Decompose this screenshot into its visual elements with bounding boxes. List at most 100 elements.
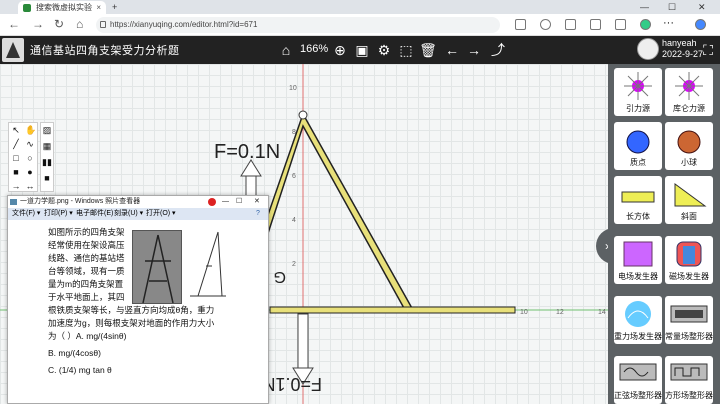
image-tool-icon[interactable]: ▨ xyxy=(42,125,52,135)
force-label-bottom: F=0.1N xyxy=(262,374,322,394)
sine-shaper-item[interactable]: 正弦场整形器 xyxy=(614,356,662,404)
gravity-field-icon xyxy=(625,301,651,327)
refresh-icon[interactable]: ↻ xyxy=(54,17,64,31)
palette-label: 电场发生器 xyxy=(618,272,658,281)
close-tab-icon[interactable]: × xyxy=(96,1,101,14)
palette-label: 引力源 xyxy=(626,104,650,113)
more-icon[interactable]: ··· xyxy=(663,18,674,30)
menu-print[interactable]: 打印(P) ▾ xyxy=(44,208,73,220)
double-arrow-tool-icon[interactable]: ↔ xyxy=(25,181,35,191)
home-button[interactable]: ⌂ xyxy=(276,40,296,60)
home-icon[interactable]: ⌂ xyxy=(76,17,83,31)
back-icon[interactable]: ← xyxy=(8,17,20,31)
menu-email[interactable]: 电子邮件(E) xyxy=(76,208,113,220)
filled-rect-tool-icon[interactable]: ■ xyxy=(11,167,21,177)
browser-tab-bar: 搜索微虚拟实验 × + — ☐ ✕ xyxy=(0,0,720,14)
pause-tool-icon[interactable]: ▮▮ xyxy=(42,157,52,167)
undo-button[interactable]: ← xyxy=(442,40,462,60)
filled-ellipse-tool-icon[interactable]: ● xyxy=(25,167,35,177)
avatar[interactable] xyxy=(637,38,659,60)
fill-tool-icon[interactable]: ■ xyxy=(42,173,52,183)
settings-button[interactable]: ⚙ xyxy=(374,40,394,60)
favorite-icon[interactable] xyxy=(540,19,551,30)
magnetic-field-item[interactable]: 磁场发生器 xyxy=(665,236,713,284)
maximize-button[interactable]: ☐ xyxy=(668,0,676,14)
problem-line: 量为m的四角支架置 xyxy=(48,279,124,289)
y-tick-2: 2 xyxy=(292,261,296,268)
x-tick-12: 12 xyxy=(556,309,564,316)
palette-label: 正弦场整形器 xyxy=(614,391,662,400)
palette-label: 小球 xyxy=(681,158,697,167)
save-button[interactable]: ▣ xyxy=(352,40,372,60)
gravity-field-item[interactable]: 重力场发生器 xyxy=(614,296,662,344)
line-tool-icon[interactable]: ╱ xyxy=(11,139,21,149)
incline-icon xyxy=(674,183,707,207)
cuboid-item[interactable]: 长方体 xyxy=(614,176,662,224)
viewer-title-bar: 一道力学题.png - Windows 照片查看器 — ☐ ✕ xyxy=(8,196,268,208)
reader-icon[interactable] xyxy=(515,19,526,30)
gravity-source-item[interactable]: 引力源 xyxy=(614,68,662,116)
viewer-title: 一道力学题.png - Windows 照片查看器 xyxy=(20,198,141,205)
viewer-maximize-button[interactable]: ☐ xyxy=(236,196,242,208)
site-favicon-icon xyxy=(23,4,31,12)
app-header: 通信基站四角支架受力分析题 ⌂ 166% ⊕ ▣ ⚙ ⬚ 🗑 ← → ⤴ han… xyxy=(0,36,720,64)
menu-burn[interactable]: 刻录(U) ▾ xyxy=(114,208,143,220)
problem-line: 如图所示的四角支架 xyxy=(48,227,125,237)
palette-label: 质点 xyxy=(630,158,646,167)
edge-icon[interactable] xyxy=(640,19,651,30)
minimize-button[interactable]: — xyxy=(640,0,649,14)
hand-tool-icon[interactable]: ✋ xyxy=(25,125,36,135)
viewer-minimize-button[interactable]: — xyxy=(222,196,229,208)
incline-item[interactable]: 斜面 xyxy=(665,176,713,224)
palette-label: 常量场整形器 xyxy=(665,332,713,341)
share-button[interactable]: ⤴ xyxy=(488,40,508,60)
curve-tool-icon[interactable]: ∿ xyxy=(25,139,35,149)
fullscreen-button[interactable]: ⛶ xyxy=(698,40,718,60)
close-window-button[interactable]: ✕ xyxy=(698,0,706,14)
draw-tools-panel: ↖ ✋ ╱ ∿ □ ○ ■ ● → ↔ xyxy=(8,122,38,192)
extension-icon[interactable] xyxy=(565,19,576,30)
problem-line: 加速度为g，则每根支架对地面的作用力大小 xyxy=(48,318,215,328)
notification-icon xyxy=(208,198,216,206)
viewer-close-button[interactable]: ✕ xyxy=(254,196,260,208)
browser-tab[interactable]: 搜索微虚拟实验 × xyxy=(18,1,106,14)
profile-icon[interactable] xyxy=(615,19,626,30)
problem-text: 如图所示的四角支架 经常使用在架设高压 线路、通信的基站塔 台等领域，现有一质 … xyxy=(48,226,228,377)
copilot-icon[interactable] xyxy=(695,19,706,30)
grid-tool-icon[interactable]: ▦ xyxy=(42,141,52,151)
redo-button[interactable]: → xyxy=(464,40,484,60)
collections-icon[interactable] xyxy=(590,19,601,30)
ellipse-tool-icon[interactable]: ○ xyxy=(25,153,35,163)
ball-item[interactable]: 小球 xyxy=(665,122,713,170)
constant-shaper-icon xyxy=(670,305,708,323)
particle-item[interactable]: 质点 xyxy=(614,122,662,170)
coulomb-source-item[interactable]: 库仑力源 xyxy=(665,68,713,116)
center-view-button[interactable]: ⊕ xyxy=(330,40,350,60)
y-tick-4: 4 xyxy=(292,217,296,224)
delete-button[interactable]: 🗑 xyxy=(418,40,438,60)
palette-label: 重力场发生器 xyxy=(614,332,662,341)
force-label-top: F=0.1N xyxy=(214,141,280,163)
menu-file[interactable]: 文件(F) ▾ xyxy=(12,208,40,220)
zoom-level[interactable]: 166% xyxy=(300,43,328,55)
new-tab-button[interactable]: + xyxy=(112,0,117,14)
url-field[interactable]: https://xianyuqing.com/editor.html?id=67… xyxy=(96,17,500,33)
top-joint[interactable] xyxy=(298,110,308,120)
square-shaper-item[interactable]: 方形场整形器 xyxy=(665,356,713,404)
extra-tools-panel: ▨ ▦ ▮▮ ■ xyxy=(40,122,54,192)
rect-tool-icon[interactable]: □ xyxy=(11,153,21,163)
photo-viewer-window[interactable]: 一道力学题.png - Windows 照片查看器 — ☐ ✕ 文件(F) ▾ … xyxy=(7,195,269,404)
ground-bar[interactable] xyxy=(269,306,516,314)
select-region-button[interactable]: ⬚ xyxy=(396,40,416,60)
force-arrow-down[interactable] xyxy=(297,313,309,371)
viewer-app-icon xyxy=(10,199,17,205)
arrow-tool-icon[interactable]: → xyxy=(11,181,21,191)
help-icon[interactable]: ? xyxy=(256,208,260,220)
user-date: 2022-9-27 xyxy=(662,49,704,59)
electric-field-item[interactable]: 电场发生器 xyxy=(614,236,662,284)
forward-icon[interactable]: → xyxy=(32,17,44,31)
constant-shaper-item[interactable]: 常量场整形器 xyxy=(665,296,713,344)
pointer-tool-icon[interactable]: ↖ xyxy=(11,125,21,135)
viewer-menu-bar: 文件(F) ▾ 打印(P) ▾ 电子邮件(E) 刻录(U) ▾ 打开(O) ▾ … xyxy=(8,208,268,220)
menu-open[interactable]: 打开(O) ▾ xyxy=(146,208,176,220)
